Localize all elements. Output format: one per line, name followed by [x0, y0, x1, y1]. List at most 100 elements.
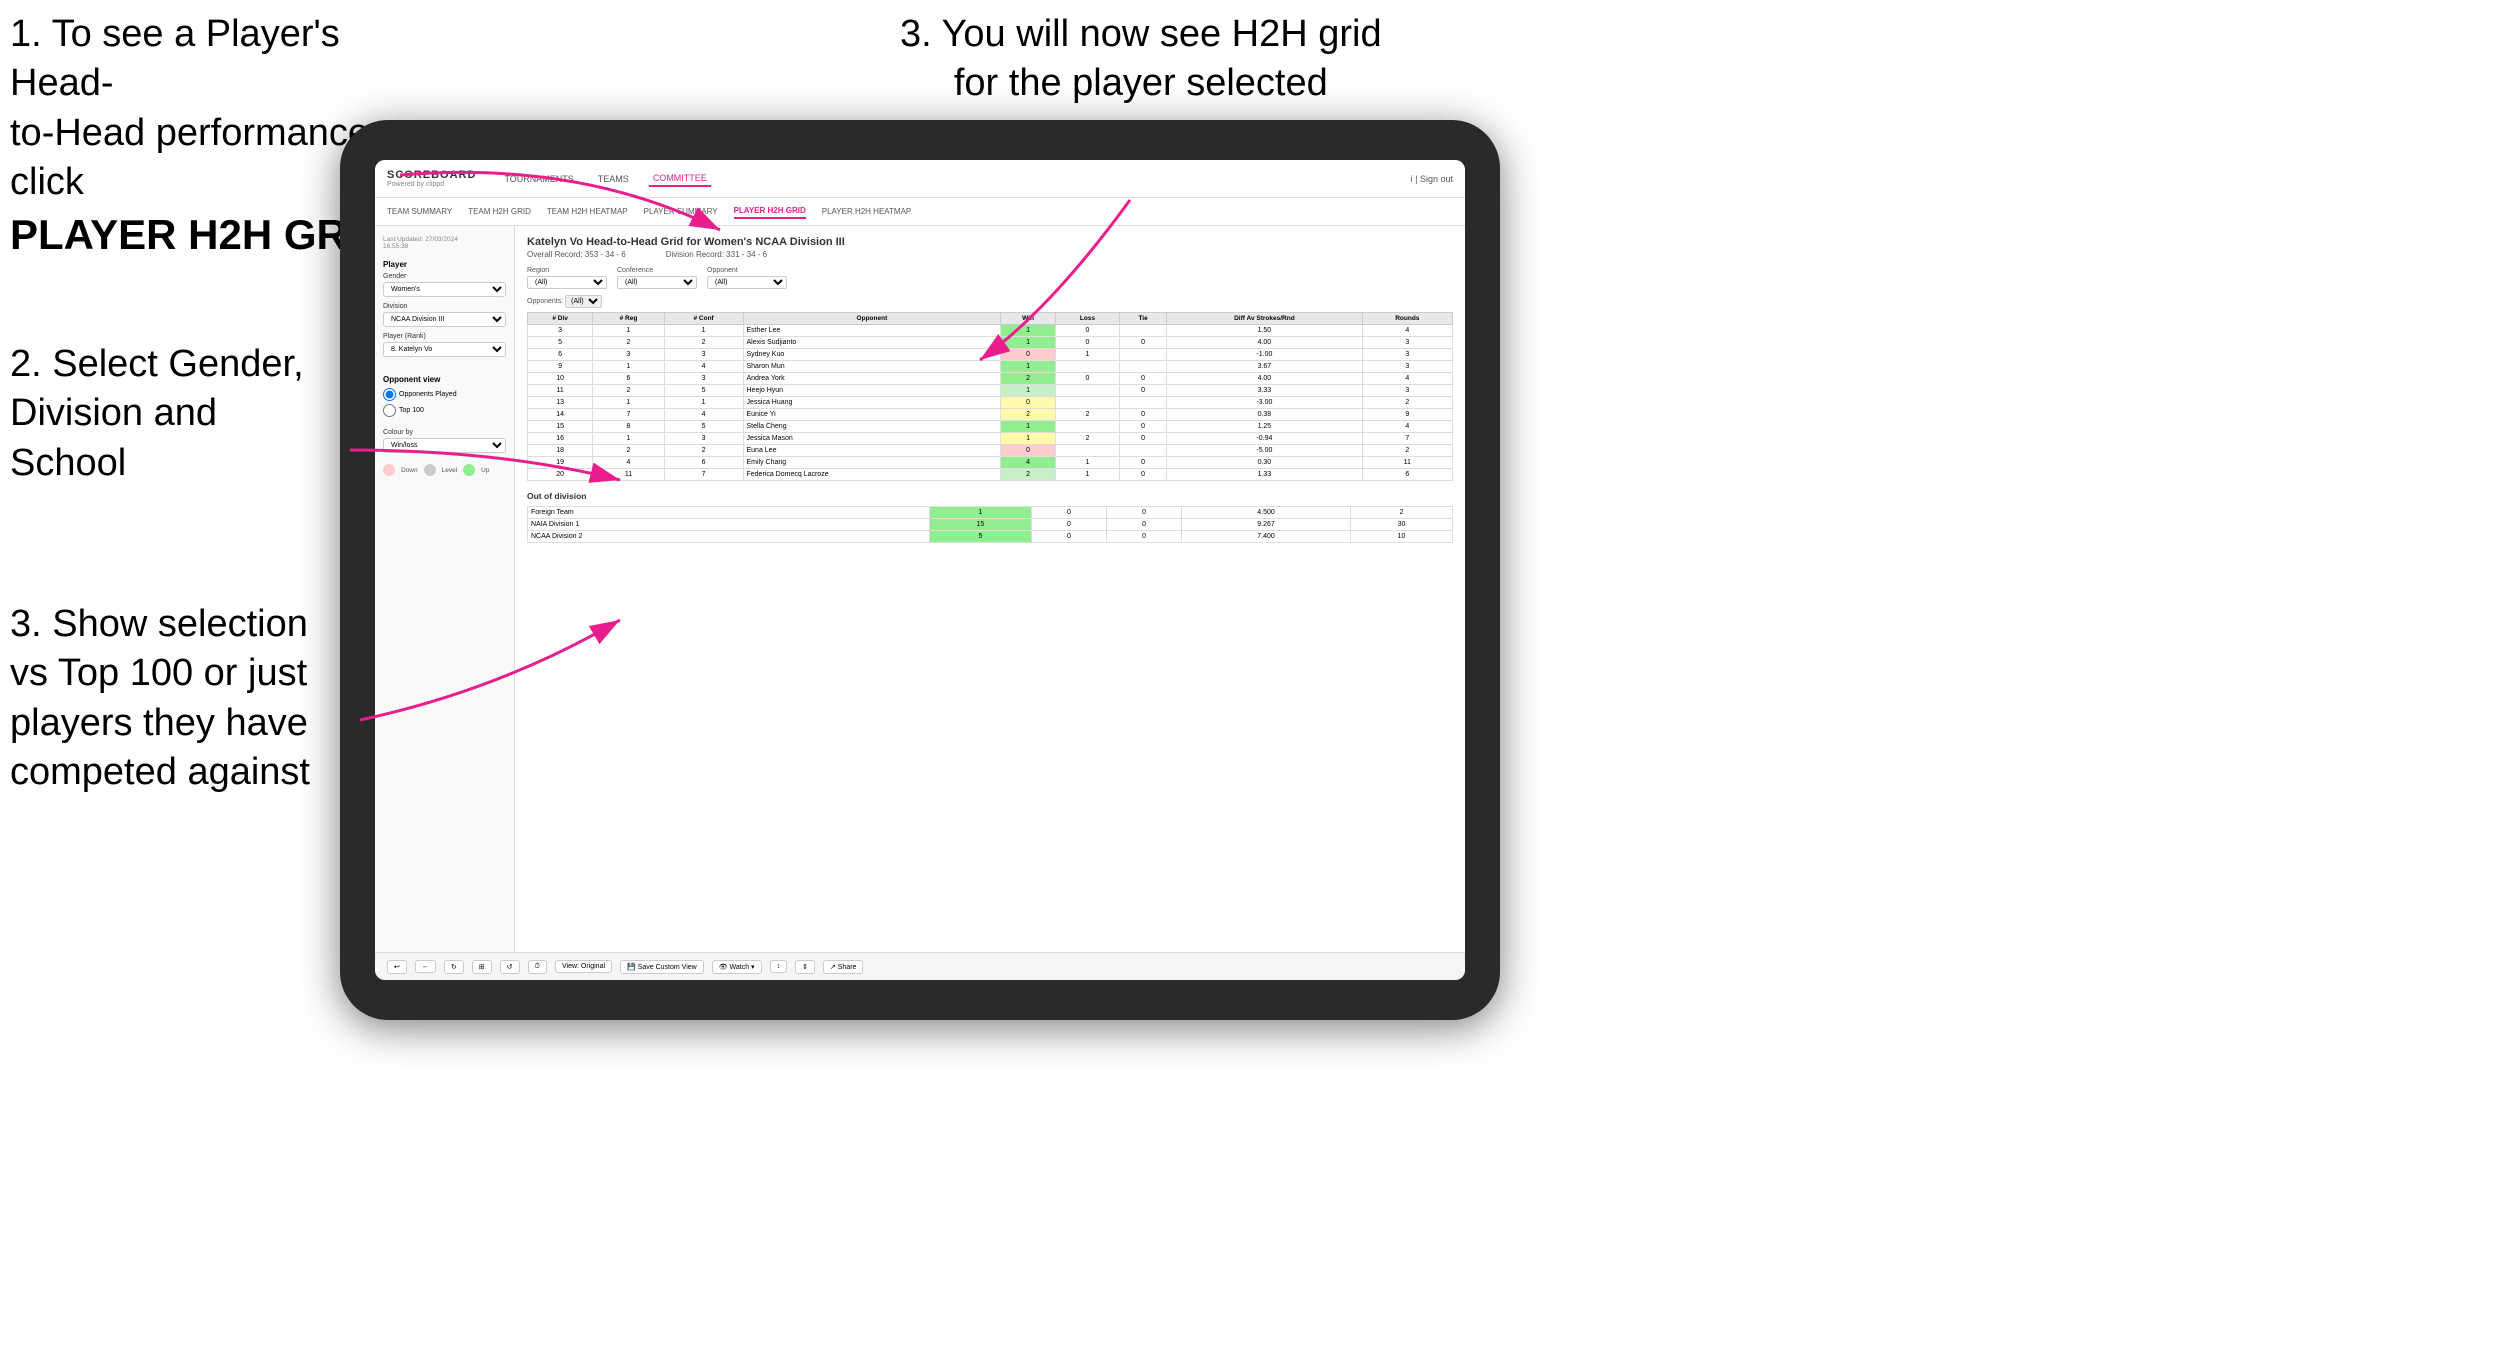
cell-win: 0	[1001, 397, 1056, 409]
cell-win: 1	[1001, 385, 1056, 397]
radio-top100[interactable]: Top 100	[383, 404, 506, 417]
logo-text: SCOREBOARD	[387, 169, 476, 181]
cell-diff: 4.00	[1167, 337, 1363, 349]
cell-rounds: 3	[1362, 385, 1452, 397]
subnav-player-h2h[interactable]: PLAYER H2H GRID	[734, 204, 806, 219]
th-loss: Loss	[1055, 313, 1119, 325]
gender-select[interactable]: Women's Men's	[383, 282, 506, 297]
nav-committee[interactable]: COMMITTEE	[649, 171, 711, 187]
th-reg: # Reg	[593, 313, 664, 325]
cell-div: 19	[528, 457, 593, 469]
cell-conf: 3	[664, 373, 743, 385]
cell-loss	[1055, 421, 1119, 433]
main-content: Last Updated: 27/03/202416:55:38 Player …	[375, 226, 1465, 952]
cell-win: 0	[1001, 445, 1056, 457]
toolbar-back[interactable]: ←	[415, 960, 436, 973]
toolbar-timer[interactable]: ⏱	[528, 960, 547, 974]
cell-conf: 3	[664, 349, 743, 361]
cell-conf: 4	[664, 409, 743, 421]
nav-tournaments[interactable]: TOURNAMENTS	[500, 172, 577, 186]
cell-win: 2	[1001, 373, 1056, 385]
division-label: Division	[383, 303, 506, 310]
toolbar-view-original[interactable]: View: Original	[555, 960, 612, 973]
filter-opponent-group: Opponent (All)	[707, 267, 787, 289]
cell-opponent: Heejo Hyun	[743, 385, 1001, 397]
cell-win: 2	[1001, 409, 1056, 421]
table-row: 18 2 2 Euna Lee 0 -5.00 2	[528, 445, 1453, 457]
cell-tie: 0	[1120, 337, 1167, 349]
toolbar-save-custom[interactable]: 💾 Save Custom View	[620, 960, 704, 974]
cell-rounds: 3	[1362, 361, 1452, 373]
cell-loss	[1055, 445, 1119, 457]
filter-region-select[interactable]: (All)	[527, 276, 607, 289]
toolbar-watch[interactable]: 👁 Watch ▾	[712, 960, 762, 974]
subnav-player-heatmap[interactable]: PLAYER H2H HEATMAP	[822, 205, 912, 218]
instr-bl-1: 3. Show selection	[10, 603, 308, 645]
cell-div: 13	[528, 397, 593, 409]
toolbar-sort1[interactable]: ↕	[770, 960, 788, 973]
colour-select[interactable]: Win/loss	[383, 438, 506, 453]
cell-opponent: Emily Chang	[743, 457, 1001, 469]
toolbar-refresh[interactable]: ↺	[500, 960, 520, 974]
cell-tie	[1120, 349, 1167, 361]
subnav-team-heatmap[interactable]: TEAM H2H HEATMAP	[547, 205, 628, 218]
cell-loss: 0	[1055, 325, 1119, 337]
ood-cell-diff: 9.267	[1182, 519, 1351, 531]
tablet-screen: SCOREBOARD Powered by clippd TOURNAMENTS…	[375, 160, 1465, 980]
cell-opponent: Andrea York	[743, 373, 1001, 385]
table-row: 6 3 3 Sydney Kuo 0 1 -1.00 3	[528, 349, 1453, 361]
out-of-division-title: Out of division	[527, 491, 1453, 501]
filter-row: Region (All) Conference (All) Opponent	[527, 267, 1453, 289]
player-rank-select[interactable]: 8. Katelyn Vo	[383, 342, 506, 357]
cell-rounds: 11	[1362, 457, 1452, 469]
cell-loss	[1055, 361, 1119, 373]
records-row: Overall Record: 353 - 34 - 6 Division Re…	[527, 250, 1453, 259]
filter-opponent-select[interactable]: (All)	[707, 276, 787, 289]
radio-opponents-played[interactable]: Opponents Played	[383, 388, 506, 401]
ood-cell-tie: 0	[1106, 531, 1181, 543]
cell-conf: 4	[664, 361, 743, 373]
opponents-select[interactable]: (All)	[565, 295, 602, 308]
legend-level-circle	[424, 464, 436, 476]
cell-opponent: Sharon Mun	[743, 361, 1001, 373]
legend-up-circle	[463, 464, 475, 476]
table-row: 3 1 1 Esther Lee 1 0 1.50 4	[528, 325, 1453, 337]
cell-rounds: 4	[1362, 373, 1452, 385]
toolbar-share[interactable]: ↗ Share	[823, 960, 864, 974]
filter-conference-select[interactable]: (All)	[617, 276, 697, 289]
toolbar-sort2[interactable]: ⇕	[795, 960, 815, 974]
cell-tie: 0	[1120, 373, 1167, 385]
cell-div: 16	[528, 433, 593, 445]
subnav-team-h2h[interactable]: TEAM H2H GRID	[468, 205, 531, 218]
instr-ml-2: Division and	[10, 392, 217, 434]
nav-sign-out[interactable]: i | Sign out	[1411, 174, 1453, 184]
cell-tie: 0	[1120, 421, 1167, 433]
toolbar-grid[interactable]: ⊞	[472, 960, 492, 974]
cell-diff: 0.38	[1167, 409, 1363, 421]
cell-conf: 2	[664, 337, 743, 349]
nav-teams[interactable]: TEAMS	[594, 172, 633, 186]
th-div: # Div	[528, 313, 593, 325]
h2h-title: Katelyn Vo Head-to-Head Grid for Women's…	[527, 236, 1453, 248]
ood-cell-rounds: 10	[1351, 531, 1453, 543]
ood-table-row: NCAA Division 2 5 0 0 7.400 10	[528, 531, 1453, 543]
radio-group: Opponents Played Top 100	[383, 388, 506, 417]
subnav-player-summary[interactable]: PLAYER SUMMARY	[644, 205, 718, 218]
data-area: Katelyn Vo Head-to-Head Grid for Women's…	[515, 226, 1465, 952]
ood-table-row: Foreign Team 1 0 0 4.500 2	[528, 507, 1453, 519]
cell-conf: 1	[664, 397, 743, 409]
cell-div: 15	[528, 421, 593, 433]
toolbar-redo[interactable]: ↻	[444, 960, 464, 974]
table-row: 20 11 7 Federica Domecq Lacroze 2 1 0 1.…	[528, 469, 1453, 481]
opponent-view-title: Opponent view	[383, 375, 506, 384]
cell-reg: 1	[593, 433, 664, 445]
table-row: 15 8 5 Stella Cheng 1 0 1.25 4	[528, 421, 1453, 433]
division-select[interactable]: NCAA Division III NCAA Division I NCAA D…	[383, 312, 506, 327]
subnav-team-summary[interactable]: TEAM SUMMARY	[387, 205, 452, 218]
logo-sub: Powered by clippd	[387, 181, 476, 188]
toolbar-undo[interactable]: ↩	[387, 960, 407, 974]
gender-label: Gender	[383, 273, 506, 280]
overall-record: Overall Record: 353 - 34 - 6	[527, 250, 626, 259]
cell-conf: 5	[664, 385, 743, 397]
cell-diff: -1.00	[1167, 349, 1363, 361]
